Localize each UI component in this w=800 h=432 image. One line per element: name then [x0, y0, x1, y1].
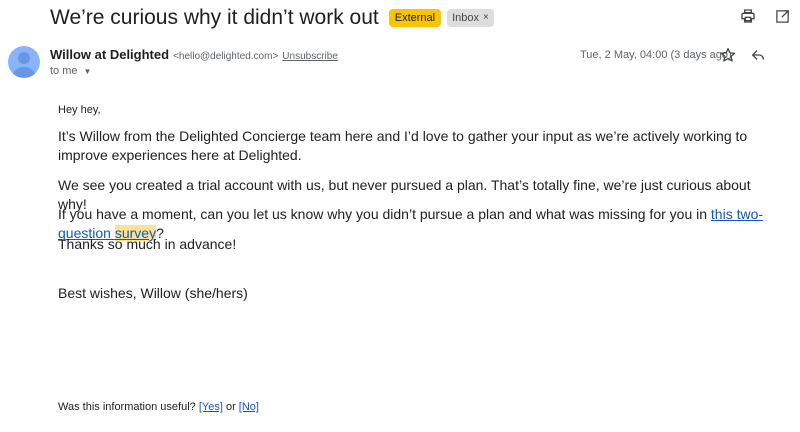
feedback-yes-link[interactable]: [Yes]: [199, 401, 223, 413]
paragraph-intro: It’s Willow from the Delighted Concierge…: [58, 128, 748, 163]
feedback-question: Was this information useful?: [58, 401, 199, 413]
email-date: Tue, 2 May, 04:00 (3 days ago): [580, 49, 732, 61]
reply-icon[interactable]: [750, 47, 768, 65]
email-subject: We’re curious why it didn’t work out: [50, 6, 379, 29]
open-in-new-window-icon[interactable]: [772, 6, 792, 26]
top-actions: [730, 6, 800, 26]
print-icon[interactable]: [738, 6, 758, 26]
recipient-label: to me: [50, 65, 78, 77]
unsubscribe-link[interactable]: Unsubscribe: [282, 51, 338, 62]
recipient-details[interactable]: to me ▼: [50, 65, 91, 77]
survey-text: If you have a moment, can you let us kno…: [58, 206, 711, 222]
signoff: Best wishes, Willow (she/hers): [58, 285, 248, 301]
remove-label-icon[interactable]: ×: [483, 11, 489, 25]
sender-name[interactable]: Willow at Delighted: [50, 47, 169, 62]
sender-email: <hello@delighted.com>: [173, 51, 279, 62]
star-icon[interactable]: [720, 47, 738, 65]
greeting: Hey hey,: [58, 104, 101, 116]
sender-line: Willow at Delighted <hello@delighted.com…: [50, 47, 338, 62]
avatar[interactable]: [8, 46, 40, 78]
external-badge: External: [388, 9, 442, 27]
feedback-or: or: [222, 401, 239, 413]
feedback-footer: Was this information useful? [Yes] or [N…: [58, 401, 259, 413]
inbox-label-text: Inbox: [452, 12, 480, 24]
inbox-label[interactable]: Inbox ×: [447, 9, 494, 27]
subject-row: We’re curious why it didn’t work out Ext…: [50, 4, 494, 32]
chevron-down-icon[interactable]: ▼: [84, 67, 92, 76]
feedback-no-link[interactable]: [No]: [239, 401, 259, 413]
paragraph-thanks: Thanks so much in advance!: [58, 236, 237, 252]
